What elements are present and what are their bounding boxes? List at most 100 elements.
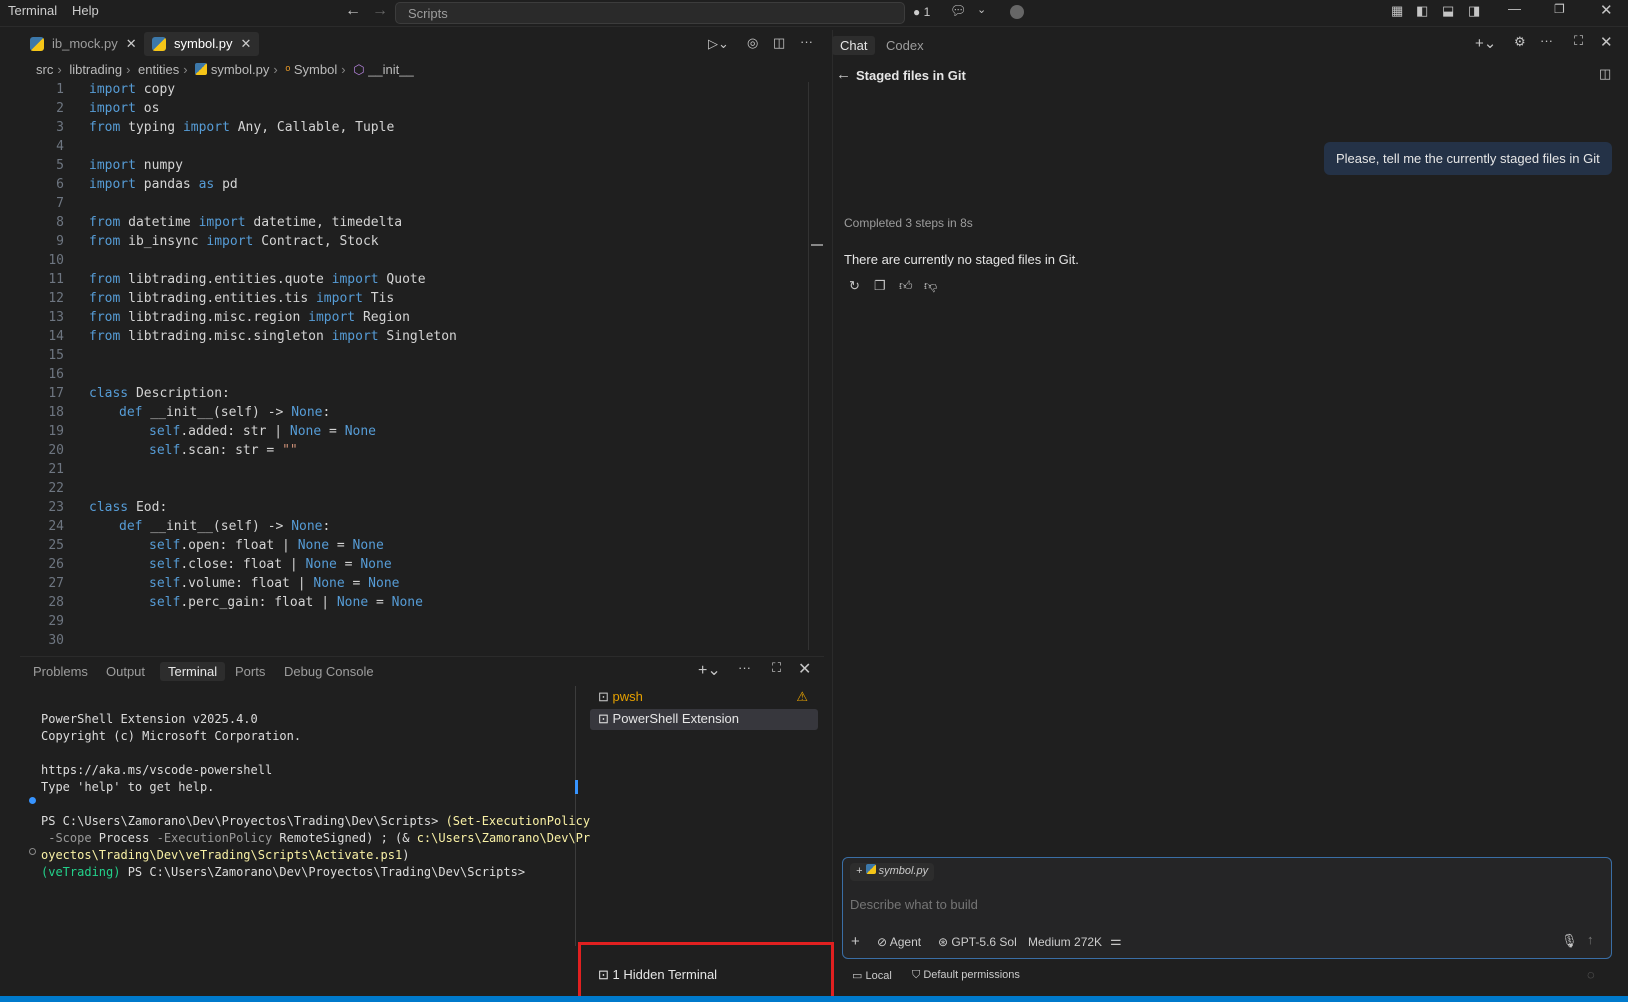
toggle-secondary-sidebar-icon[interactable]: ◨ <box>1468 3 1480 19</box>
terminal-list-item-pwsh[interactable]: ⊡ pwsh ⚠ <box>590 687 818 707</box>
keyword: None <box>344 424 376 439</box>
thumbs-down-icon[interactable]: 👎︎ <box>924 278 937 294</box>
retry-icon[interactable]: ↻ <box>849 278 860 294</box>
line-number: 4 <box>56 139 64 154</box>
permissions-label: Default permissions <box>923 969 1020 981</box>
toggle-panel-icon[interactable]: ⬓ <box>1442 3 1454 19</box>
plus-icon[interactable]: + <box>851 933 860 950</box>
breadcrumb-item[interactable]: Symbol <box>294 62 337 77</box>
close-icon[interactable]: ✕ <box>1600 33 1613 51</box>
keyword: import <box>331 272 379 287</box>
tab-terminal[interactable]: Terminal <box>160 662 226 681</box>
terminal-output[interactable]: PowerShell Extension v2025.4.0 Copyright … <box>41 694 590 898</box>
copilot-edit-icon[interactable]: ◎ <box>747 35 758 51</box>
context-attachment[interactable]: + symbol.py <box>850 863 935 881</box>
close-icon[interactable]: ✕ <box>126 36 137 51</box>
close-icon[interactable]: ✕ <box>241 36 252 51</box>
code-text: typing <box>120 120 183 135</box>
code-line: 15 <box>20 346 810 365</box>
code-line: 7 <box>20 194 810 213</box>
line-number: 28 <box>48 595 64 610</box>
minimize-icon[interactable]: — <box>1508 1 1521 16</box>
code-line: 1 import copy <box>20 80 810 99</box>
breadcrumb-item[interactable]: symbol.py <box>211 62 270 77</box>
keyword: import <box>198 215 246 230</box>
keyword: as <box>198 177 215 192</box>
keyword: self <box>149 443 181 458</box>
keyword: import <box>206 234 254 249</box>
new-chat-icon[interactable]: +⌄ <box>1475 34 1496 52</box>
code-text: libtrading.entities.quote <box>120 272 332 287</box>
run-icon[interactable]: ▷⌄ <box>708 36 729 52</box>
chat-toggle-icon[interactable]: 💬︎ <box>950 3 967 19</box>
code-editor[interactable]: 1 import copy 2 import os 3 from typing imp… <box>20 80 810 650</box>
code-line: 16 <box>20 365 810 384</box>
menu-terminal[interactable]: Terminal <box>8 3 57 18</box>
tab-ib-mock[interactable]: ib_mock.py ✕ <box>22 32 145 56</box>
split-editor-icon[interactable]: ◫ <box>773 35 785 51</box>
terminal-list-item-powershell-extension[interactable]: ⊡ PowerShell Extension <box>590 709 818 730</box>
toggle-sessions-icon[interactable]: ◫ <box>1599 66 1611 82</box>
command-search[interactable]: Scripts <box>395 2 905 24</box>
close-window-icon[interactable]: ✕ <box>1600 1 1613 19</box>
toggle-sidebar-icon[interactable]: ◧ <box>1416 3 1428 19</box>
breadcrumb-item[interactable]: libtrading <box>69 62 122 77</box>
model-picker[interactable]: ⊛ GPT-5.6 Sol <box>938 935 1017 949</box>
tab-problems[interactable]: Problems <box>33 664 88 679</box>
microphone-icon[interactable]: 🎙︎ <box>1561 933 1578 949</box>
tab-output[interactable]: Output <box>106 664 145 679</box>
more-actions-icon[interactable]: ··· <box>800 34 813 49</box>
keyword: import <box>89 82 136 97</box>
code-line: 14 from libtrading.misc.singleton import … <box>20 327 810 346</box>
keyword: None <box>305 557 337 572</box>
command-success-icon[interactable] <box>29 797 36 804</box>
gear-icon[interactable]: ⚙ <box>1514 34 1526 50</box>
breadcrumb-item[interactable]: src <box>36 62 53 77</box>
editor-scrollbar[interactable] <box>808 82 823 650</box>
maximize-panel-icon[interactable]: ⛶ <box>772 660 781 676</box>
location-picker[interactable]: ▭ Local <box>852 969 892 982</box>
keyword: import <box>182 120 230 135</box>
tab-codex[interactable]: Codex <box>878 36 932 55</box>
plus-icon[interactable]: + <box>856 865 862 877</box>
path: oyectos\Trading\Dev\veTrading\Scripts\Ac… <box>41 848 403 862</box>
copy-icon[interactable]: ❐ <box>874 278 886 294</box>
command-pending-icon[interactable] <box>29 848 36 855</box>
effort-picker[interactable]: Medium 272K <box>1028 935 1102 949</box>
tab-debug-console[interactable]: Debug Console <box>284 664 374 679</box>
terminal-scrollbar[interactable] <box>575 780 578 794</box>
send-icon[interactable]: ↑ <box>1587 932 1594 947</box>
tools-icon[interactable]: ⚌ <box>1110 933 1122 949</box>
command: (Set-ExecutionPolicy <box>445 814 591 828</box>
breadcrumb-item[interactable]: __init__ <box>368 62 414 77</box>
close-panel-icon[interactable]: ✕ <box>798 659 811 679</box>
new-terminal-icon[interactable]: +⌄ <box>698 660 721 680</box>
mode-picker[interactable]: ⊘ Agent <box>877 935 921 949</box>
attachment-label: symbol.py <box>878 865 929 877</box>
code-line: 9 from ib_insync import Contract, Stock <box>20 232 810 251</box>
restore-icon[interactable]: ❐ <box>1554 2 1565 16</box>
notification-count[interactable]: ● 1 <box>913 5 930 19</box>
code-text: libtrading.misc.region <box>120 310 309 325</box>
layout-customize-icon[interactable]: ▦ <box>1391 3 1403 19</box>
copilot-icon[interactable] <box>1010 5 1024 19</box>
more-actions-icon[interactable]: ··· <box>738 660 751 675</box>
maximize-icon[interactable]: ⛶ <box>1574 33 1583 49</box>
back-arrow-icon[interactable]: ← <box>345 2 361 20</box>
keyword: None <box>360 557 392 572</box>
line-number: 3 <box>56 120 64 135</box>
thumbs-up-icon[interactable]: 👍︎ <box>899 278 913 294</box>
menu-help[interactable]: Help <box>72 3 99 18</box>
tab-ports[interactable]: Ports <box>235 664 265 679</box>
tab-chat[interactable]: Chat <box>832 36 876 55</box>
back-arrow-icon[interactable]: ← <box>836 66 851 83</box>
more-actions-icon[interactable]: ··· <box>1540 33 1553 48</box>
chat-input[interactable] <box>850 893 1590 915</box>
chevron-down-icon[interactable]: ⌄ <box>977 3 986 16</box>
steps-status[interactable]: Completed 3 steps in 8s <box>844 216 973 230</box>
forward-arrow-icon[interactable]: → <box>372 2 388 20</box>
breadcrumb-item[interactable]: entities <box>138 62 179 77</box>
tab-symbol[interactable]: symbol.py ✕ <box>144 32 260 56</box>
assistant-reply: There are currently no staged files in G… <box>844 252 1079 267</box>
permissions-picker[interactable]: ⛉ Default permissions <box>912 969 1020 982</box>
